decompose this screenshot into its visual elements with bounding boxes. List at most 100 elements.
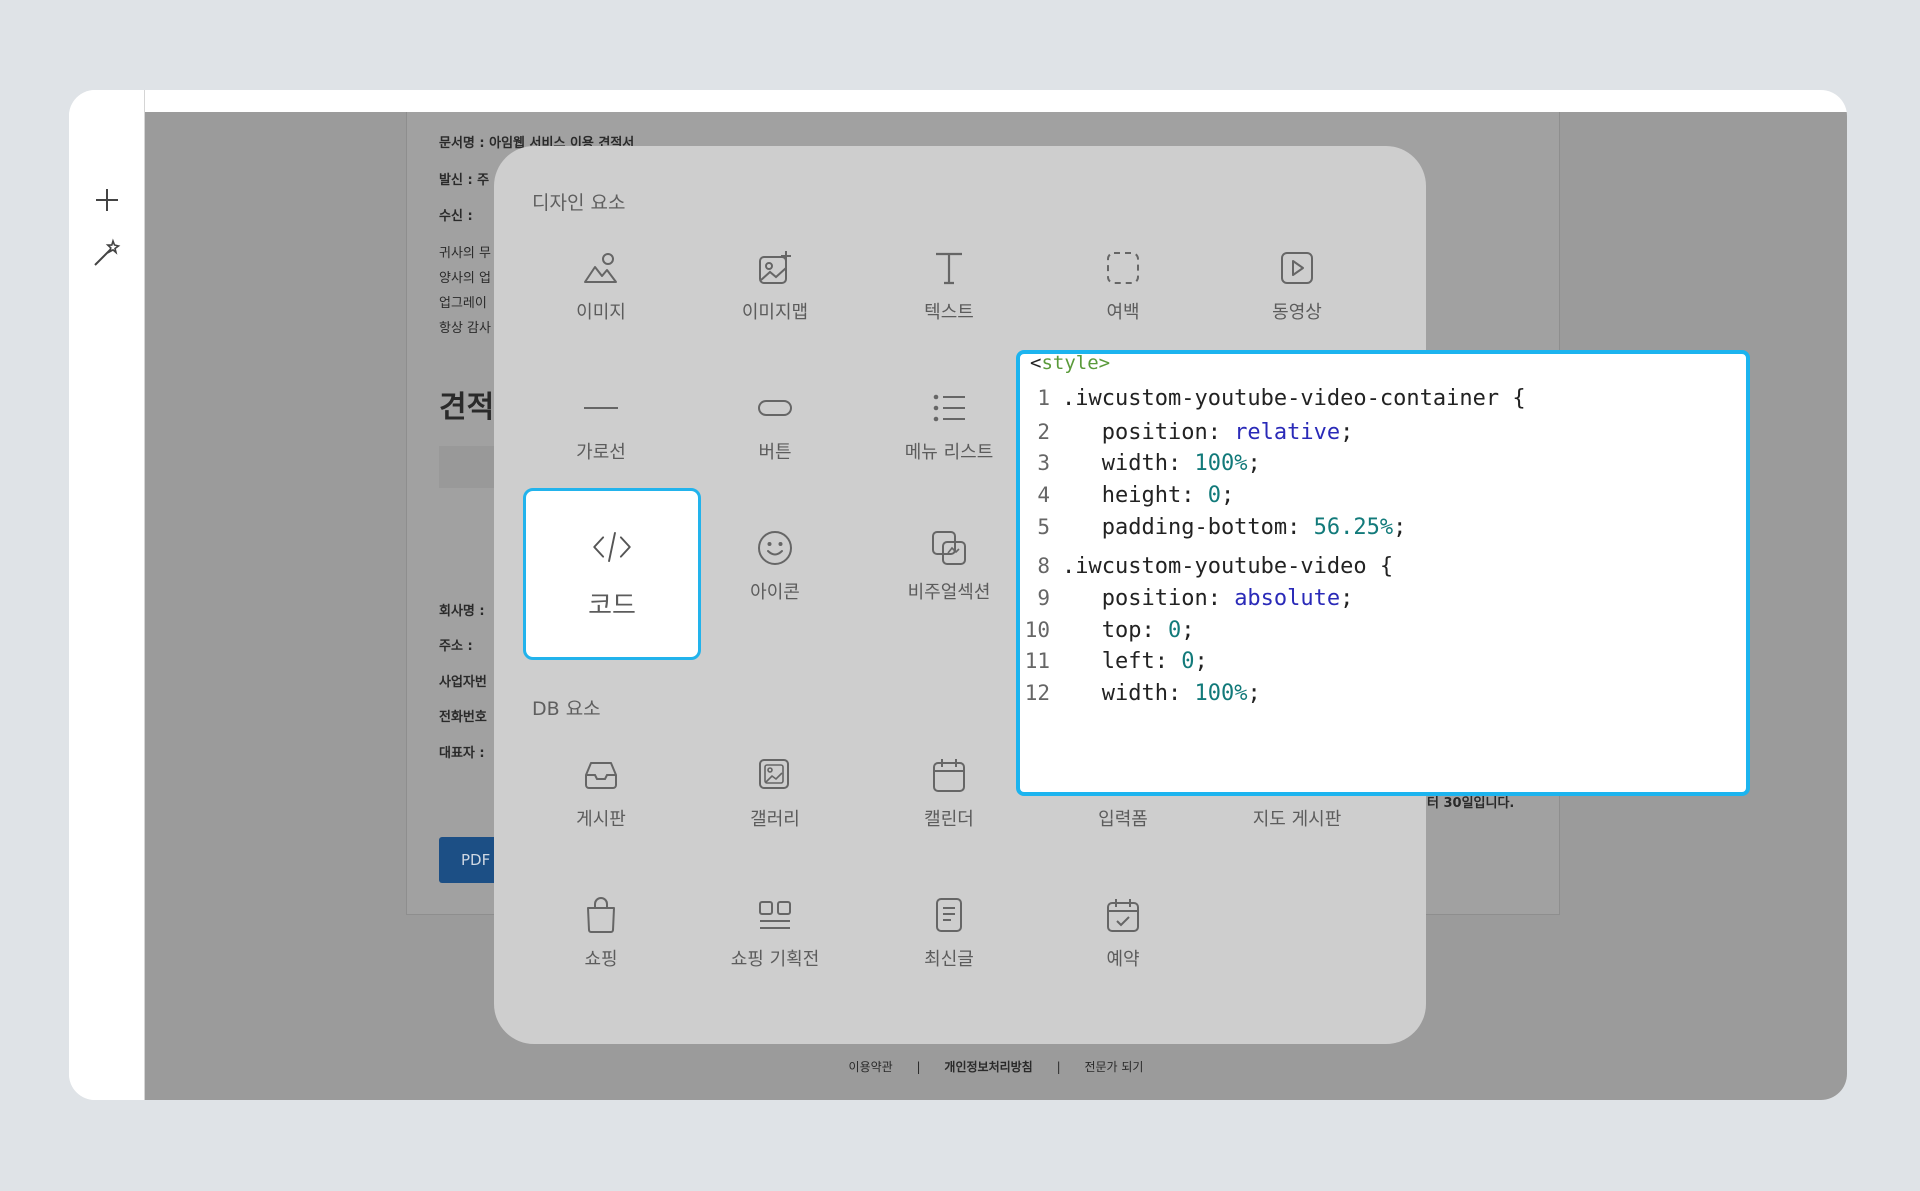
line-number: 4 — [1037, 483, 1050, 507]
palette-item-image-map[interactable]: 이미지맵 — [687, 226, 863, 346]
text-icon — [936, 252, 962, 285]
document-icon — [936, 898, 962, 932]
palette-item-label: 갤러리 — [750, 809, 800, 830]
company-field: 사업자번 — [439, 675, 487, 690]
palette-item-label: 여백 — [1106, 302, 1140, 323]
palette-item-menu-list[interactable]: 메뉴 리스트 — [861, 366, 1037, 486]
code-value: 0 — [1207, 482, 1221, 508]
left-toolbar — [69, 90, 145, 1100]
palette-item-label: 지도 게시판 — [1252, 809, 1342, 830]
palette-item-calendar[interactable]: 캘린더 — [861, 733, 1037, 853]
horizontal-line-icon — [584, 407, 618, 409]
palette-item-label: 쇼핑 기획전 — [730, 949, 820, 970]
footer-links: 이용약관 | 개인정보처리방침 | 전문가 되기 — [145, 1058, 1847, 1075]
palette-item-text[interactable]: 텍스트 — [861, 226, 1037, 346]
palette-item-label: 이미지 — [576, 302, 626, 323]
code-text: .iwcustom-youtube-video-container { — [1062, 385, 1526, 411]
line-number: 8 — [1037, 554, 1050, 578]
company-field: 회사명 : — [439, 604, 485, 619]
code-value: relative — [1234, 419, 1341, 445]
palette-item-visual-section[interactable]: 비주얼섹션 — [861, 506, 1037, 626]
palette-item-label: 버튼 — [758, 442, 792, 463]
palette-item-reservation[interactable]: 예약 — [1035, 873, 1211, 993]
code-semicolon: ; — [1220, 482, 1235, 508]
line-number: 9 — [1037, 586, 1050, 610]
calendar-icon — [933, 759, 965, 792]
palette-item-code[interactable]: 코드 — [523, 488, 701, 660]
code-text: height: — [1062, 482, 1208, 508]
code-semicolon: ; — [1340, 585, 1354, 611]
style-open-tag: <style> — [1030, 352, 1111, 374]
palette-item-button[interactable]: 버튼 — [687, 366, 863, 486]
line-number: 3 — [1037, 451, 1050, 475]
spacing-icon — [1107, 252, 1139, 284]
line-number: 2 — [1037, 420, 1050, 444]
code-value: 100% — [1194, 680, 1248, 706]
expert-link[interactable]: 전문가 되기 — [1084, 1060, 1143, 1074]
code-value: 0 — [1167, 617, 1182, 643]
code-value: 100% — [1194, 450, 1248, 476]
code-value: absolute — [1234, 585, 1341, 611]
terms-link[interactable]: 이용약관 — [849, 1060, 893, 1074]
visual-section-icon — [932, 531, 966, 565]
smiley-icon — [758, 531, 792, 565]
video-play-icon — [1281, 252, 1313, 284]
privacy-link[interactable]: 개인정보처리방침 — [944, 1060, 1032, 1074]
doc-paragraph-line: 귀사의 무 — [439, 246, 491, 261]
palette-item-shopping[interactable]: 쇼핑 — [513, 873, 689, 993]
palette-item-label: 비주얼섹션 — [907, 582, 991, 603]
code-text: width: — [1062, 450, 1195, 476]
palette-item-label: 동영상 — [1272, 302, 1322, 323]
image-mountain-icon — [584, 253, 617, 283]
code-icon — [593, 531, 631, 562]
palette-item-label: 쇼핑 — [584, 949, 618, 970]
palette-item-image[interactable]: 이미지 — [513, 226, 689, 346]
palette-item-label: 캘린더 — [924, 809, 974, 830]
code-text: top: — [1062, 617, 1168, 643]
company-field: 대표자 : — [439, 746, 485, 761]
code-line: 5 padding-bottom: 56.25%; — [1020, 511, 1406, 543]
palette-item-divider[interactable]: 가로선 — [513, 366, 689, 486]
gallery-icon — [759, 759, 789, 789]
code-line: 8 .iwcustom-youtube-video { — [1020, 550, 1393, 582]
palette-item-shopping-exhibit[interactable]: 쇼핑 기획전 — [687, 873, 863, 993]
palette-item-spacing[interactable]: 여백 — [1035, 226, 1211, 346]
code-line: 9 position: absolute; — [1020, 582, 1353, 614]
add-button[interactable] — [87, 180, 127, 220]
palette-item-icon[interactable]: 아이콘 — [687, 506, 863, 626]
code-line: 11 left: 0; — [1020, 645, 1208, 677]
palette-item-label: 게시판 — [576, 809, 626, 830]
line-number: 1 — [1037, 386, 1050, 410]
code-text: .iwcustom-youtube-video { — [1062, 553, 1394, 579]
palette-item-video[interactable]: 동영상 — [1209, 226, 1385, 346]
design-section-title: 디자인 요소 — [532, 192, 626, 214]
menu-list-icon — [933, 394, 965, 422]
db-section-title: DB 요소 — [532, 698, 601, 720]
palette-item-label: 메뉴 리스트 — [904, 442, 994, 463]
doc-line: 발신 : 주 — [439, 173, 490, 188]
palette-item-latest-posts[interactable]: 최신글 — [861, 873, 1037, 993]
code-semicolon: ; — [1181, 617, 1195, 643]
palette-item-label: 입력폼 — [1098, 809, 1148, 830]
doc-paragraph-line: 업그레이 — [439, 296, 487, 311]
company-field: 전화번호 — [439, 710, 487, 725]
palette-item-board[interactable]: 게시판 — [513, 733, 689, 853]
code-line: 1 .iwcustom-youtube-video-container { — [1020, 382, 1526, 414]
footer-separator: | — [916, 1060, 921, 1074]
code-text: position: — [1062, 419, 1235, 445]
line-number: 12 — [1024, 681, 1050, 705]
plus-icon — [96, 189, 118, 211]
code-editor-panel[interactable]: <style> 1 .iwcustom-youtube-video-contain… — [1016, 350, 1750, 796]
code-semicolon: ; — [1340, 419, 1354, 445]
image-map-icon — [759, 251, 791, 284]
code-text: width: — [1062, 680, 1195, 706]
palette-item-gallery[interactable]: 갤러리 — [687, 733, 863, 853]
code-semicolon: ; — [1194, 648, 1208, 674]
code-line: 12 width: 100%; — [1020, 677, 1261, 709]
shopping-bag-icon — [587, 897, 615, 933]
palette-item-label: 가로선 — [576, 442, 626, 463]
doc-paragraph-line: 항상 감사 — [439, 321, 491, 336]
inbox-icon — [585, 762, 617, 789]
code-semicolon: ; — [1247, 450, 1261, 476]
magic-wand-button[interactable] — [87, 233, 127, 273]
